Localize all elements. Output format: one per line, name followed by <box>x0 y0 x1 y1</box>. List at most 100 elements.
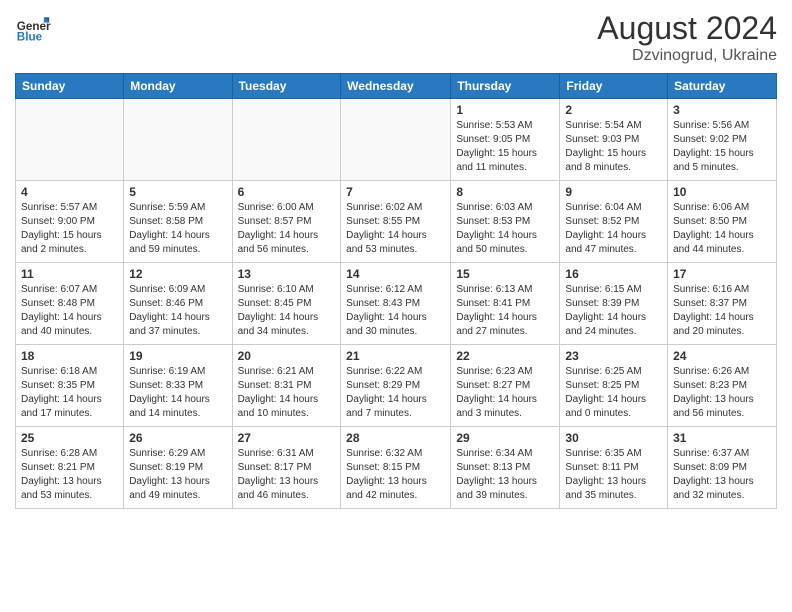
logo-icon: General Blue <box>15 10 51 46</box>
day-number: 26 <box>129 431 226 445</box>
day-header-friday: Friday <box>560 74 668 99</box>
day-header-thursday: Thursday <box>451 74 560 99</box>
cell-info: Sunrise: 6:25 AMSunset: 8:25 PMDaylight:… <box>565 365 662 421</box>
cell-info: Sunrise: 6:35 AMSunset: 8:11 PMDaylight:… <box>565 447 662 503</box>
cell-info: Sunrise: 6:15 AMSunset: 8:39 PMDaylight:… <box>565 283 662 339</box>
cell-info: Sunrise: 6:26 AMSunset: 8:23 PMDaylight:… <box>673 365 771 421</box>
day-number: 14 <box>346 267 445 281</box>
calendar-cell: 20Sunrise: 6:21 AMSunset: 8:31 PMDayligh… <box>232 345 341 427</box>
svg-text:Blue: Blue <box>17 31 43 44</box>
cell-info: Sunrise: 5:54 AMSunset: 9:03 PMDaylight:… <box>565 119 662 175</box>
day-number: 27 <box>238 431 336 445</box>
cell-info: Sunrise: 6:22 AMSunset: 8:29 PMDaylight:… <box>346 365 445 421</box>
week-row-4: 25Sunrise: 6:28 AMSunset: 8:21 PMDayligh… <box>16 427 777 509</box>
day-header-wednesday: Wednesday <box>341 74 451 99</box>
cell-info: Sunrise: 6:16 AMSunset: 8:37 PMDaylight:… <box>673 283 771 339</box>
day-number: 8 <box>456 185 554 199</box>
calendar-table: SundayMondayTuesdayWednesdayThursdayFrid… <box>15 73 777 509</box>
calendar-cell <box>232 99 341 181</box>
cell-info: Sunrise: 5:56 AMSunset: 9:02 PMDaylight:… <box>673 119 771 175</box>
calendar-cell: 4 Sunrise: 5:57 AMSunset: 9:00 PMDaylight… <box>16 181 124 263</box>
week-row-3: 18Sunrise: 6:18 AMSunset: 8:35 PMDayligh… <box>16 345 777 427</box>
cell-info: Sunrise: 6:23 AMSunset: 8:27 PMDaylight:… <box>456 365 554 421</box>
day-number: 25 <box>21 431 118 445</box>
day-number: 5 <box>129 185 226 199</box>
calendar-cell: 14 Sunrise: 6:12 AMSunset: 8:43 PMDayligh… <box>341 263 451 345</box>
day-header-saturday: Saturday <box>668 74 777 99</box>
cell-info: Sunrise: 5:59 AMSunset: 8:58 PMDaylight:… <box>129 201 226 257</box>
day-number: 23 <box>565 349 662 363</box>
cell-info: Sunrise: 6:19 AMSunset: 8:33 PMDaylight:… <box>129 365 226 421</box>
cell-info: Sunrise: 5:53 AMSunset: 9:05 PMDaylight:… <box>456 119 554 175</box>
calendar-cell <box>341 99 451 181</box>
day-number: 24 <box>673 349 771 363</box>
day-number: 7 <box>346 185 445 199</box>
calendar-cell: 2 Sunrise: 5:54 AMSunset: 9:03 PMDaylight… <box>560 99 668 181</box>
day-number: 11 <box>21 267 118 281</box>
day-number: 2 <box>565 103 662 117</box>
day-number: 31 <box>673 431 771 445</box>
calendar-cell: 23 Sunrise: 6:25 AMSunset: 8:25 PMDayligh… <box>560 345 668 427</box>
day-number: 9 <box>565 185 662 199</box>
day-number: 20 <box>238 349 336 363</box>
day-header-monday: Monday <box>124 74 232 99</box>
cell-info: Sunrise: 6:34 AMSunset: 8:13 PMDaylight:… <box>456 447 554 503</box>
calendar-cell: 13Sunrise: 6:10 AMSunset: 8:45 PMDayligh… <box>232 263 341 345</box>
day-number: 29 <box>456 431 554 445</box>
calendar-cell: 18Sunrise: 6:18 AMSunset: 8:35 PMDayligh… <box>16 345 124 427</box>
cell-info: Sunrise: 6:13 AMSunset: 8:41 PMDaylight:… <box>456 283 554 339</box>
calendar-cell: 1 Sunrise: 5:53 AMSunset: 9:05 PMDaylight… <box>451 99 560 181</box>
calendar-cell: 11 Sunrise: 6:07 AMSunset: 8:48 PMDayligh… <box>16 263 124 345</box>
calendar-cell: 26 Sunrise: 6:29 AMSunset: 8:19 PMDayligh… <box>124 427 232 509</box>
cell-info: Sunrise: 6:12 AMSunset: 8:43 PMDaylight:… <box>346 283 445 339</box>
cell-info: Sunrise: 6:09 AMSunset: 8:46 PMDaylight:… <box>129 283 226 339</box>
day-number: 15 <box>456 267 554 281</box>
header: General Blue August 2024 Dzvinogrud, Ukr… <box>15 10 777 65</box>
calendar-cell: 6Sunrise: 6:00 AMSunset: 8:57 PMDaylight… <box>232 181 341 263</box>
calendar-cell: 10 Sunrise: 6:06 AMSunset: 8:50 PMDayligh… <box>668 181 777 263</box>
calendar-cell: 31 Sunrise: 6:37 AMSunset: 8:09 PMDayligh… <box>668 427 777 509</box>
day-number: 17 <box>673 267 771 281</box>
calendar-cell: 17 Sunrise: 6:16 AMSunset: 8:37 PMDayligh… <box>668 263 777 345</box>
cell-info: Sunrise: 6:07 AMSunset: 8:48 PMDaylight:… <box>21 283 118 339</box>
cell-info: Sunrise: 6:03 AMSunset: 8:53 PMDaylight:… <box>456 201 554 257</box>
day-header-tuesday: Tuesday <box>232 74 341 99</box>
day-number: 30 <box>565 431 662 445</box>
calendar-cell: 22 Sunrise: 6:23 AMSunset: 8:27 PMDayligh… <box>451 345 560 427</box>
cell-info: Sunrise: 6:00 AMSunset: 8:57 PMDaylight:… <box>238 201 336 257</box>
day-number: 1 <box>456 103 554 117</box>
week-row-0: 1 Sunrise: 5:53 AMSunset: 9:05 PMDaylight… <box>16 99 777 181</box>
calendar-cell: 27Sunrise: 6:31 AMSunset: 8:17 PMDayligh… <box>232 427 341 509</box>
cell-info: Sunrise: 6:06 AMSunset: 8:50 PMDaylight:… <box>673 201 771 257</box>
cell-info: Sunrise: 6:02 AMSunset: 8:55 PMDaylight:… <box>346 201 445 257</box>
day-number: 12 <box>129 267 226 281</box>
main-container: General Blue August 2024 Dzvinogrud, Ukr… <box>0 0 792 519</box>
cell-info: Sunrise: 6:18 AMSunset: 8:35 PMDaylight:… <box>21 365 118 421</box>
calendar-cell: 30 Sunrise: 6:35 AMSunset: 8:11 PMDayligh… <box>560 427 668 509</box>
calendar-cell: 5 Sunrise: 5:59 AMSunset: 8:58 PMDaylight… <box>124 181 232 263</box>
day-number: 10 <box>673 185 771 199</box>
day-number: 4 <box>21 185 118 199</box>
cell-info: Sunrise: 6:37 AMSunset: 8:09 PMDaylight:… <box>673 447 771 503</box>
month-year: August 2024 <box>597 10 777 47</box>
calendar-cell: 15 Sunrise: 6:13 AMSunset: 8:41 PMDayligh… <box>451 263 560 345</box>
calendar-cell: 21 Sunrise: 6:22 AMSunset: 8:29 PMDayligh… <box>341 345 451 427</box>
cell-info: Sunrise: 6:04 AMSunset: 8:52 PMDaylight:… <box>565 201 662 257</box>
calendar-cell: 19Sunrise: 6:19 AMSunset: 8:33 PMDayligh… <box>124 345 232 427</box>
day-number: 28 <box>346 431 445 445</box>
calendar-cell: 25Sunrise: 6:28 AMSunset: 8:21 PMDayligh… <box>16 427 124 509</box>
calendar-cell <box>16 99 124 181</box>
calendar-cell: 9 Sunrise: 6:04 AMSunset: 8:52 PMDaylight… <box>560 181 668 263</box>
calendar-cell: 16Sunrise: 6:15 AMSunset: 8:39 PMDayligh… <box>560 263 668 345</box>
day-number: 13 <box>238 267 336 281</box>
cell-info: Sunrise: 6:29 AMSunset: 8:19 PMDaylight:… <box>129 447 226 503</box>
cell-info: Sunrise: 5:57 AMSunset: 9:00 PMDaylight:… <box>21 201 118 257</box>
calendar-cell: 24 Sunrise: 6:26 AMSunset: 8:23 PMDayligh… <box>668 345 777 427</box>
day-number: 21 <box>346 349 445 363</box>
week-row-2: 11 Sunrise: 6:07 AMSunset: 8:48 PMDayligh… <box>16 263 777 345</box>
day-number: 22 <box>456 349 554 363</box>
cell-info: Sunrise: 6:32 AMSunset: 8:15 PMDaylight:… <box>346 447 445 503</box>
calendar-header-row: SundayMondayTuesdayWednesdayThursdayFrid… <box>16 74 777 99</box>
calendar-cell: 3Sunrise: 5:56 AMSunset: 9:02 PMDaylight… <box>668 99 777 181</box>
location: Dzvinogrud, Ukraine <box>597 47 777 65</box>
